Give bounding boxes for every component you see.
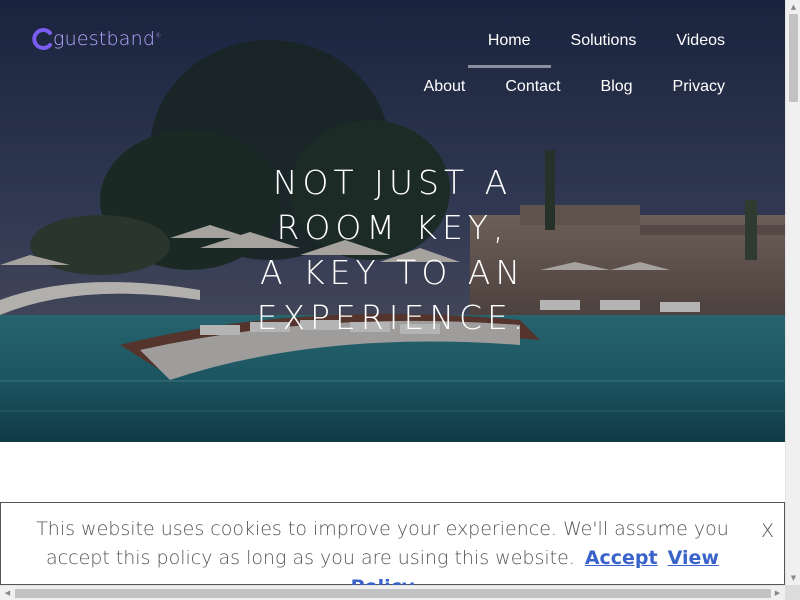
scroll-left-arrow-icon[interactable]: ◀: [0, 586, 15, 600]
nav-item-about[interactable]: About: [404, 66, 486, 112]
headline-line-2: ROOM KEY,: [276, 208, 509, 247]
nav-item-contact[interactable]: Contact: [485, 66, 580, 112]
hero-headline: NOT JUST A ROOM KEY, A KEY TO AN EXPERIE…: [0, 160, 785, 340]
main-navigation: Home Solutions Videos About Contact Blog…: [385, 20, 745, 112]
nav-item-blog[interactable]: Blog: [581, 66, 653, 112]
page: guestband® Home Solutions Videos About C…: [0, 0, 785, 585]
vertical-scroll-thumb[interactable]: [789, 14, 798, 102]
accept-cookies-link[interactable]: Accept: [585, 547, 658, 569]
horizontal-scroll-thumb[interactable]: [15, 589, 771, 598]
nav-row-primary: Home Solutions Videos: [385, 20, 745, 68]
nav-item-privacy[interactable]: Privacy: [653, 66, 745, 112]
headline-line-4: EXPERIENCE.: [256, 298, 529, 337]
nav-item-videos[interactable]: Videos: [656, 20, 745, 66]
nav-row-secondary: About Contact Blog Privacy: [385, 66, 745, 112]
scroll-up-arrow-icon[interactable]: ▲: [786, 0, 800, 14]
vertical-scrollbar[interactable]: ▲ ▼: [785, 0, 800, 585]
close-cookie-button[interactable]: X: [761, 517, 774, 546]
headline-line-1: NOT JUST A: [272, 163, 513, 202]
headline-line-3: A KEY TO AN: [259, 253, 526, 292]
scroll-right-arrow-icon[interactable]: ▶: [770, 586, 785, 600]
nav-item-solutions[interactable]: Solutions: [551, 20, 657, 66]
cookie-banner: This website uses cookies to improve you…: [0, 502, 785, 585]
scrollbar-corner: [785, 585, 800, 600]
horizontal-scrollbar[interactable]: ◀ ▶: [0, 585, 785, 600]
brand-logo[interactable]: guestband®: [32, 26, 161, 52]
nav-item-home[interactable]: Home: [467, 20, 551, 68]
hero-section: guestband® Home Solutions Videos About C…: [0, 0, 785, 442]
scroll-down-arrow-icon[interactable]: ▼: [786, 571, 800, 585]
brand-name: guestband®: [53, 28, 162, 50]
